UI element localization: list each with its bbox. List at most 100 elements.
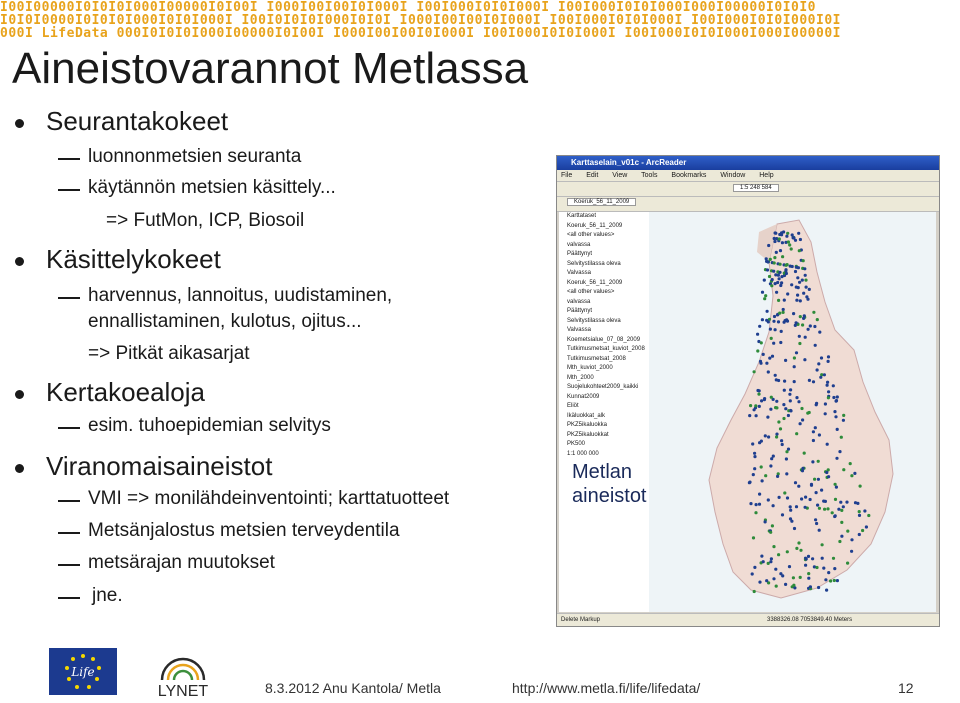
toc-layer-item[interactable]: valvassa	[559, 241, 649, 251]
toc-layer-item[interactable]: Tutkimusmetsat_2008	[559, 355, 649, 365]
toc-layer-item[interactable]: Valvassa	[559, 269, 649, 279]
toc-layer-item[interactable]: Koeruk_56_11_2009	[559, 222, 649, 232]
plot-marker	[814, 491, 818, 495]
list-note: => FutMon, ICP, Biosoil	[106, 210, 305, 231]
plot-marker	[795, 546, 799, 550]
plot-marker	[798, 315, 802, 319]
plot-marker	[771, 504, 775, 508]
toc-layer-item[interactable]: Mth_2000	[559, 374, 649, 384]
toc-layer-item[interactable]: Ikäluokkat_alk	[559, 412, 649, 422]
toc-layer-item[interactable]: Koemetsialue_07_08_2009	[559, 336, 649, 346]
toc-layer-item[interactable]: Karttataset	[559, 212, 649, 222]
plot-marker	[780, 275, 784, 279]
plot-marker	[795, 298, 799, 302]
scale-field: 1:5 248 584	[733, 184, 779, 192]
plot-marker	[773, 373, 777, 377]
toc-layer-item[interactable]: Selvitystilassa oleva	[559, 260, 649, 270]
plot-marker	[779, 340, 783, 345]
plot-marker	[752, 370, 756, 374]
section-heading: Seurantakokeet	[46, 106, 229, 136]
plot-marker	[796, 266, 800, 270]
plot-marker	[769, 557, 773, 561]
toc-layer-item[interactable]: valvassa	[559, 298, 649, 308]
plot-marker	[857, 510, 861, 514]
plot-marker	[785, 550, 789, 554]
plot-marker	[788, 392, 792, 396]
plot-marker	[780, 241, 784, 245]
plot-marker	[788, 243, 792, 247]
plot-marker	[776, 474, 780, 478]
list-item: Metsänjalostus metsien terveydentila	[88, 520, 400, 541]
section-heading: Kertakoealoja	[46, 377, 205, 407]
plot-marker	[822, 373, 826, 377]
eu-stars-icon: Life	[65, 654, 101, 689]
plot-marker	[772, 319, 776, 323]
toc-layer-item[interactable]: Mth_kuviot_2000	[559, 364, 649, 374]
toc-layer-item[interactable]: Selvitystilassa oleva	[559, 317, 649, 327]
plot-marker	[757, 404, 761, 408]
plot-marker	[838, 539, 842, 544]
plot-marker	[750, 572, 754, 576]
plot-marker	[779, 329, 783, 333]
plot-marker	[800, 406, 804, 411]
toc-layer-item[interactable]: PK500	[559, 440, 649, 450]
plot-marker	[749, 404, 753, 408]
plot-marker	[787, 565, 792, 569]
plot-marker	[797, 541, 801, 545]
plot-marker	[748, 414, 752, 418]
plot-marker	[786, 292, 790, 296]
plot-marker	[763, 434, 767, 438]
eu-life-logo: Life	[49, 648, 117, 695]
plot-marker	[760, 479, 764, 483]
plot-marker	[804, 495, 808, 499]
toc-layer-item[interactable]: Päättynyt	[559, 250, 649, 260]
plot-marker	[837, 507, 841, 511]
plot-marker	[841, 505, 845, 509]
plot-marker	[761, 560, 765, 564]
plot-marker	[786, 413, 790, 418]
list-item: esim. tuhoepidemian selvitys	[88, 415, 331, 436]
plot-marker	[775, 290, 779, 294]
toc-layer-item[interactable]: PKZ5ikaluokkat	[559, 431, 649, 441]
plot-marker	[757, 392, 761, 396]
toc-layer-item[interactable]: 1:1 000 000	[559, 450, 649, 460]
toc-layer-item[interactable]: Eliöt	[559, 402, 649, 412]
plot-marker	[838, 450, 842, 454]
bullet-dot	[15, 464, 24, 473]
plot-marker	[815, 368, 819, 372]
toc-layer-item[interactable]: Päättynyt	[559, 307, 649, 317]
plot-marker	[767, 274, 772, 279]
toc-layer-item[interactable]: Kunnat2009	[559, 393, 649, 403]
toc-layer-item[interactable]: <all other values>	[559, 288, 649, 298]
plot-marker	[777, 553, 781, 557]
plot-marker	[789, 508, 793, 512]
list-item: luonnonmetsien seuranta	[88, 146, 302, 167]
toc-layer-item[interactable]: Suojelukohteet2009_kaikki	[559, 383, 649, 393]
footer-url[interactable]: http://www.metla.fi/life/lifedata/	[512, 680, 700, 696]
plot-marker	[785, 496, 790, 500]
plot-marker	[829, 579, 833, 583]
plot-marker	[806, 411, 810, 415]
plot-marker	[784, 582, 788, 586]
plot-marker	[775, 435, 779, 439]
plot-marker	[826, 380, 830, 384]
plot-marker	[778, 311, 782, 315]
plot-marker	[804, 557, 808, 561]
plot-marker	[792, 380, 796, 384]
plot-marker	[768, 356, 772, 360]
caption-line-1: Metlan	[572, 461, 633, 483]
plot-marker	[767, 435, 771, 439]
plot-marker	[800, 497, 804, 501]
toc-layer-item[interactable]: Valvassa	[559, 326, 649, 336]
toc-layer-item[interactable]: PKZ5ikaluokka	[559, 421, 649, 431]
toc-layer-item[interactable]: Tutkimusmetsat_kuviot_2008	[559, 345, 649, 355]
toc-layer-item[interactable]: <all other values>	[559, 231, 649, 241]
dash-marker	[58, 427, 80, 429]
plot-marker	[789, 409, 793, 413]
plot-marker	[840, 520, 844, 524]
plot-marker	[850, 474, 854, 478]
plot-marker	[759, 341, 763, 345]
plot-marker	[813, 324, 817, 329]
toc-layer-item[interactable]: Koeruk_56_11_2009	[559, 279, 649, 289]
plot-marker	[776, 320, 781, 324]
